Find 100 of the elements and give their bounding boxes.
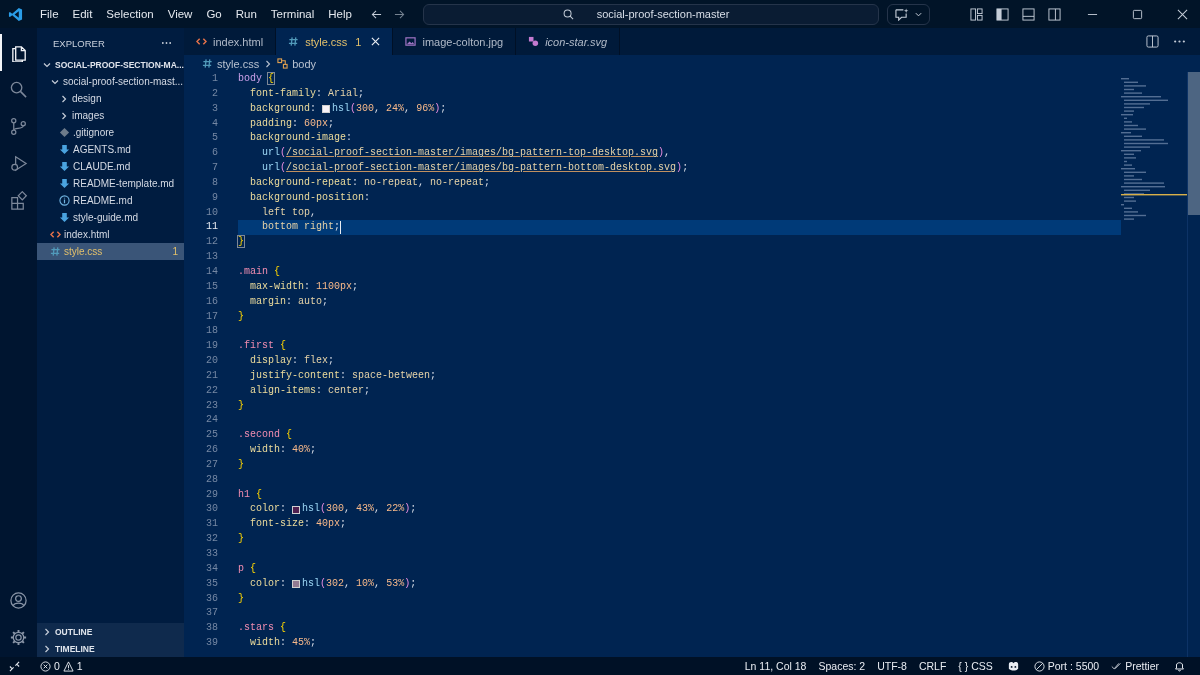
chat-button[interactable] xyxy=(886,3,930,25)
menu-item[interactable]: View xyxy=(160,8,200,20)
line-number: 33 xyxy=(205,547,219,561)
line-number: 7 xyxy=(211,161,219,176)
code-text: p { xyxy=(238,561,257,576)
panel-toggle-icon[interactable] xyxy=(1022,7,1035,21)
line-number: 38 xyxy=(205,621,219,636)
prettier-status[interactable]: Prettier xyxy=(1105,660,1165,672)
explorer-entry[interactable]: AGENTS.md xyxy=(37,141,184,158)
arrow-down-file-icon xyxy=(59,212,70,223)
code-text: padding: 60px; xyxy=(249,116,335,131)
explorer-entry[interactable]: README.md xyxy=(37,192,184,209)
code-text: bottom right; xyxy=(261,220,341,235)
folder-row[interactable]: images xyxy=(37,107,184,124)
status-item[interactable]: Ln 11, Col 18 xyxy=(738,660,813,672)
code-text: margin: auto; xyxy=(249,294,329,309)
settings-icon[interactable] xyxy=(9,628,28,647)
line-number: 3 xyxy=(211,101,219,116)
command-center-field[interactable]: social-proof-section-master xyxy=(422,3,879,25)
code-text: .main { xyxy=(238,264,281,279)
color-swatch[interactable] xyxy=(292,505,301,514)
line-number: 36 xyxy=(205,591,219,606)
layout-icon[interactable] xyxy=(970,7,983,21)
explorer-entry[interactable]: style-guide.md xyxy=(37,209,184,226)
text-cursor xyxy=(340,221,342,235)
image-file-icon xyxy=(405,36,417,47)
line-number: 17 xyxy=(205,309,219,324)
section-header[interactable]: TIMELINE xyxy=(37,640,184,657)
folder-row[interactable]: design xyxy=(37,90,184,107)
menu-item[interactable]: Run xyxy=(228,8,264,20)
back-arrow-icon[interactable] xyxy=(370,8,382,20)
line-number: 11 xyxy=(205,220,219,235)
section-header[interactable]: SOCIAL-PROOF-SECTION-MA... xyxy=(37,56,184,73)
split-editor-icon[interactable] xyxy=(1146,35,1159,48)
code-text: justify-content: space-between; xyxy=(249,368,437,383)
line-number: 39 xyxy=(205,636,219,651)
diamond-file-icon xyxy=(59,127,70,138)
menu-item[interactable]: Terminal xyxy=(263,8,322,20)
problems-status[interactable]: 0 1 xyxy=(34,660,89,672)
breadcrumb-item[interactable]: body xyxy=(292,57,317,70)
port-status[interactable]: Port : 5500 xyxy=(1027,660,1106,672)
menu-item[interactable]: Go xyxy=(199,8,229,20)
explorer-entry[interactable]: README-template.md xyxy=(37,175,184,192)
editor-tab[interactable]: style.css 1 xyxy=(276,28,394,55)
close-icon[interactable] xyxy=(1177,8,1188,20)
line-number: 27 xyxy=(205,457,219,472)
line-number: 21 xyxy=(205,368,219,383)
code-text: background-image: xyxy=(249,131,353,146)
status-item[interactable]: CRLF xyxy=(912,660,953,672)
breadcrumb-item[interactable]: style.css xyxy=(217,57,260,70)
code-text: } xyxy=(238,591,244,606)
code-text: display: flex; xyxy=(249,354,335,369)
line-number: 15 xyxy=(205,279,219,294)
forward-arrow-icon[interactable] xyxy=(393,8,405,20)
code-text: font-size: 40px; xyxy=(249,517,347,532)
secondary-sidebar-icon[interactable] xyxy=(1048,7,1061,21)
code-text: } xyxy=(238,532,244,547)
menu-item[interactable]: Help xyxy=(321,8,359,20)
folder-row[interactable]: social-proof-section-mast... xyxy=(37,73,184,90)
explorer-entry[interactable]: style.css 1 xyxy=(37,243,184,260)
code-text: color: xyxy=(249,502,288,517)
color-swatch[interactable] xyxy=(322,105,331,114)
explorer-entry[interactable]: index.html xyxy=(37,226,184,243)
remote-icon[interactable] xyxy=(9,660,20,672)
code-text: left top, xyxy=(261,205,317,220)
copilot-icon[interactable] xyxy=(1006,660,1020,672)
explorer-entry[interactable]: CLAUDE.md xyxy=(37,158,184,175)
explorer-entry[interactable]: .gitignore xyxy=(37,124,184,141)
sidebar-toggle-icon[interactable] xyxy=(996,7,1009,21)
line-number: 12 xyxy=(205,235,219,250)
line-number: 25 xyxy=(205,428,219,443)
menu-item[interactable]: Selection xyxy=(99,8,161,20)
problem-count: 1 xyxy=(172,246,178,257)
code-text: .stars { xyxy=(238,621,287,636)
menu-item[interactable]: Edit xyxy=(65,8,100,20)
status-item[interactable]: Spaces: 2 xyxy=(812,660,872,672)
code-text: width: 45%; xyxy=(249,636,317,651)
account-icon[interactable] xyxy=(9,591,28,610)
line-number: 4 xyxy=(211,116,219,131)
search-icon xyxy=(562,8,574,20)
code-text: max-width: 1100px; xyxy=(249,279,359,294)
bell-icon[interactable] xyxy=(1173,660,1186,672)
line-number: 22 xyxy=(205,383,219,398)
code-text: align-items: center; xyxy=(249,383,371,398)
maximize-icon[interactable] xyxy=(1132,8,1143,20)
code-file-icon xyxy=(50,229,61,240)
code-text: hsl(302, 10%, 53%); xyxy=(302,576,417,591)
menu-item[interactable]: File xyxy=(33,8,66,20)
color-swatch[interactable] xyxy=(292,580,301,589)
section-header[interactable]: OUTLINE xyxy=(37,623,184,640)
code-text: .second { xyxy=(238,428,293,443)
code-text: } xyxy=(238,457,244,472)
line-number: 32 xyxy=(205,532,219,547)
scrollbar-thumb[interactable] xyxy=(1188,72,1200,215)
status-item[interactable]: { } CSS xyxy=(952,660,999,672)
code-text: } xyxy=(238,398,244,413)
status-item[interactable]: UTF-8 xyxy=(871,660,913,672)
more-icon[interactable] xyxy=(161,41,172,45)
arrow-down-file-icon xyxy=(59,144,70,155)
line-number: 34 xyxy=(205,561,219,576)
